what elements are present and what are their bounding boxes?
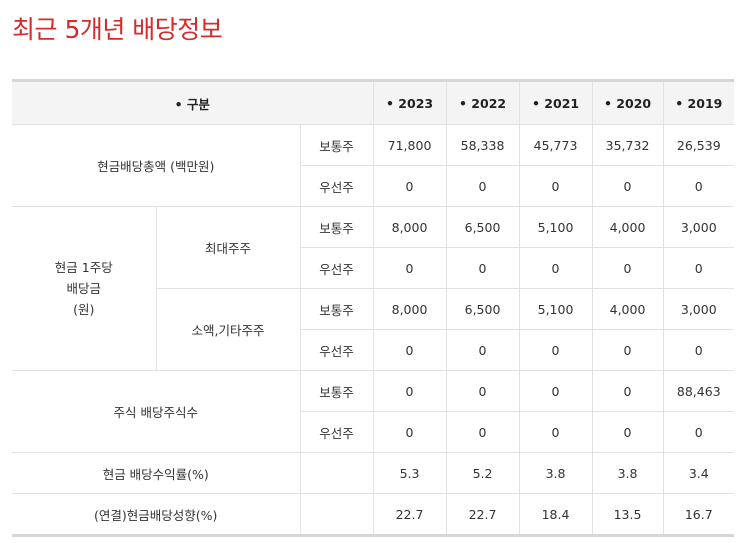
per-share-line: 배당금: [66, 281, 101, 296]
header-year: • 2021: [518, 79, 593, 125]
table-cell: 0: [662, 329, 735, 371]
table-cell: 5.2: [445, 452, 520, 494]
share-type-label: 보통주: [299, 370, 374, 412]
table-cell: 0: [445, 329, 520, 371]
table-cell: 0: [445, 247, 520, 289]
row-label-per-share: 현금 1주당 배당금 (원): [12, 206, 157, 371]
table-cell: 5,100: [518, 206, 593, 248]
table-cell: 0: [662, 165, 735, 207]
table-cell: 3.4: [662, 452, 735, 494]
header-row: • 구분 • 2023 • 2022 • 2021 • 2020 • 2019: [12, 79, 735, 125]
table-cell: 0: [518, 329, 593, 371]
table-cell: 0: [372, 329, 447, 371]
table-cell: 0: [372, 165, 447, 207]
table-cell: 16.7: [662, 493, 735, 537]
row-label-total-dividend: 현금배당총액 (백만원): [12, 124, 301, 207]
table-cell: 8,000: [372, 206, 447, 248]
table-cell: 0: [662, 247, 735, 289]
header-category: • 구분: [12, 79, 374, 125]
table-cell: 3.8: [518, 452, 593, 494]
table-cell: 22.7: [372, 493, 447, 537]
table-row: 현금 1주당 배당금 (원) 최대주주 보통주 8,000 6,500 5,10…: [12, 206, 735, 371]
share-type-label: 우선주: [299, 247, 374, 289]
share-type-label: 우선주: [299, 329, 374, 371]
table-cell: 45,773: [518, 124, 593, 166]
table-cell: 0: [591, 165, 664, 207]
per-share-line: (원): [73, 302, 95, 317]
table-cell: 3.8: [591, 452, 664, 494]
table-cell: 22.7: [445, 493, 520, 537]
table-cell: 0: [518, 370, 593, 412]
table-cell: 88,463: [662, 370, 735, 412]
table-cell: 3,000: [662, 206, 735, 248]
table-cell: 0: [372, 247, 447, 289]
table-cell: 0: [518, 165, 593, 207]
per-share-line: 현금 1주당: [54, 260, 113, 275]
table-cell: 0: [372, 411, 447, 453]
header-year: • 2022: [445, 79, 520, 125]
table-cell: 6,500: [445, 206, 520, 248]
share-type-label: 보통주: [299, 124, 374, 166]
table-cell: 26,539: [662, 124, 735, 166]
header-year: • 2019: [662, 79, 735, 125]
table-cell: 58,338: [445, 124, 520, 166]
table-row: (연결)현금배당성향(%) 22.7 22.7 18.4 13.5 16.7: [12, 493, 735, 537]
header-year: • 2020: [591, 79, 664, 125]
table-cell: 6,500: [445, 288, 520, 330]
table-cell: 0: [518, 411, 593, 453]
table-cell: 8,000: [372, 288, 447, 330]
table-row: 현금배당총액 (백만원) 보통주 71,800 58,338 45,773 35…: [12, 124, 735, 207]
table-cell: 18.4: [518, 493, 593, 537]
table-cell: 5,100: [518, 288, 593, 330]
table-cell: 0: [591, 329, 664, 371]
table-cell: 0: [518, 247, 593, 289]
table-cell: 13.5: [591, 493, 664, 537]
share-type-label: 보통주: [299, 288, 374, 330]
row-label-payout: (연결)현금배당성향(%): [12, 493, 301, 537]
dividend-table: • 구분 • 2023 • 2022 • 2021 • 2020 • 2019 …: [12, 79, 735, 537]
empty-cell: [299, 452, 374, 494]
row-label-yield: 현금 배당수익률(%): [12, 452, 301, 494]
empty-cell: [299, 493, 374, 537]
table-cell: 5.3: [372, 452, 447, 494]
table-cell: 0: [591, 247, 664, 289]
table-cell: 0: [445, 370, 520, 412]
table-row: 현금 배당수익률(%) 5.3 5.2 3.8 3.8 3.4: [12, 452, 735, 494]
row-label-largest-shareholder: 최대주주: [155, 206, 301, 289]
table-cell: 0: [445, 165, 520, 207]
share-type-label: 보통주: [299, 206, 374, 248]
table-cell: 3,000: [662, 288, 735, 330]
row-label-stock-dividend: 주식 배당주식수: [12, 370, 301, 453]
share-type-label: 우선주: [299, 411, 374, 453]
table-cell: 0: [445, 411, 520, 453]
row-label-minority-shareholder: 소액,기타주주: [155, 288, 301, 371]
table-cell: 0: [662, 411, 735, 453]
table-row: 주식 배당주식수 보통주 0 0 0 0 88,463: [12, 370, 735, 453]
table-cell: 4,000: [591, 288, 664, 330]
table-cell: 4,000: [591, 206, 664, 248]
table-cell: 0: [372, 370, 447, 412]
table-cell: 35,732: [591, 124, 664, 166]
share-type-label: 우선주: [299, 165, 374, 207]
table-cell: 71,800: [372, 124, 447, 166]
table-cell: 0: [591, 411, 664, 453]
page-title: 최근 5개년 배당정보: [12, 15, 223, 44]
table-cell: 0: [591, 370, 664, 412]
header-year: • 2023: [372, 79, 447, 125]
